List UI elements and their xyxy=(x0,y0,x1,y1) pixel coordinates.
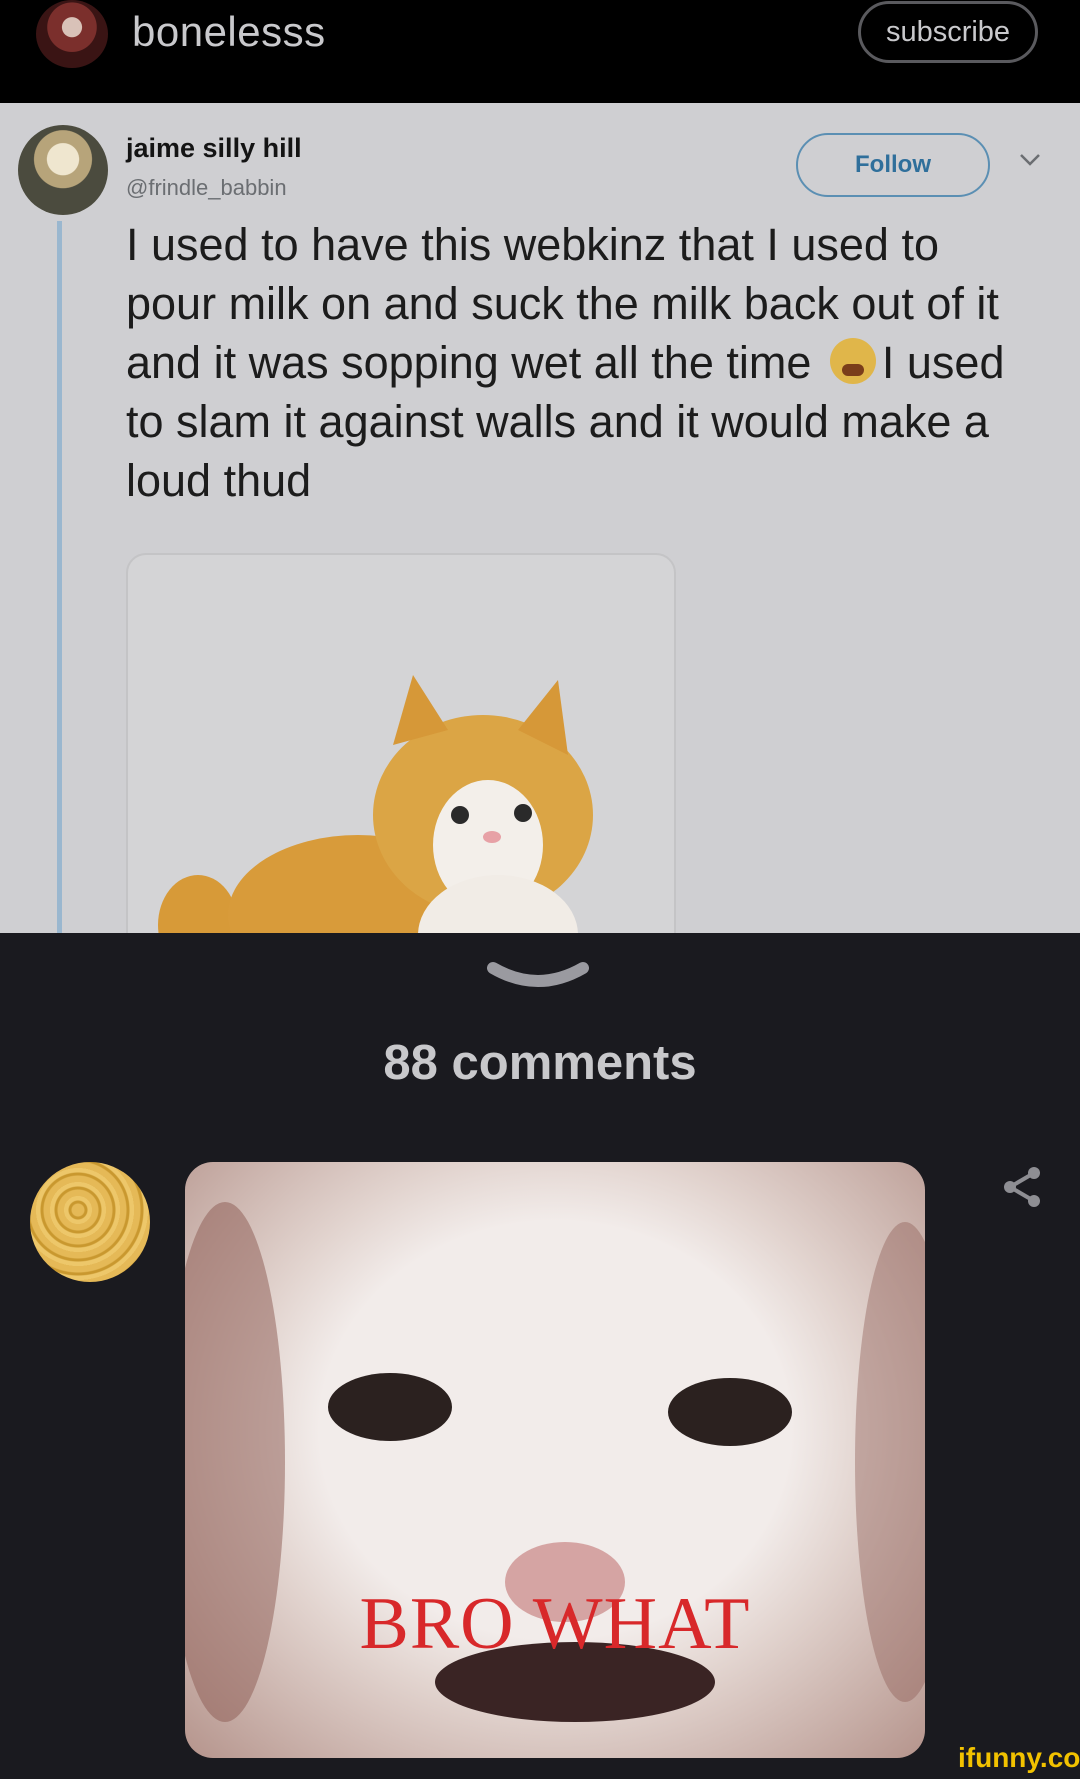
tweet-screenshot: jaime silly hill @frindle_babbin Follow … xyxy=(0,103,1080,933)
top-bar: bonelesss subscribe xyxy=(0,0,1080,103)
ifunny-watermark: ifunny.co xyxy=(958,1742,1080,1773)
tweet-text: I used to have this webkinz that I used … xyxy=(126,215,1026,510)
chevron-down-icon xyxy=(1018,147,1042,175)
tweet-author-name: jaime silly hill xyxy=(126,133,302,163)
subscribe-button[interactable]: subscribe xyxy=(858,1,1038,63)
thread-line xyxy=(57,221,62,933)
comment-image[interactable]: BRO WHAT xyxy=(185,1162,925,1758)
share-icon[interactable] xyxy=(1000,1165,1044,1209)
plush-cat-image xyxy=(158,675,593,933)
swipe-chevron-icon[interactable] xyxy=(487,960,589,992)
comment-image-caption: BRO WHAT xyxy=(359,1583,751,1665)
follow-button: Follow xyxy=(796,133,990,197)
tweet-author-avatar xyxy=(18,125,108,215)
commenter-avatar[interactable] xyxy=(30,1162,150,1282)
poster-username[interactable]: bonelesss xyxy=(132,8,326,56)
cat-face-image xyxy=(185,1202,925,1722)
tweet-media-image xyxy=(126,553,676,933)
comments-count: 88 comments xyxy=(383,1036,697,1090)
poster-avatar[interactable] xyxy=(36,0,108,68)
tweet-author-handle: @frindle_babbin xyxy=(126,175,287,200)
crying-face-emoji xyxy=(829,338,876,384)
